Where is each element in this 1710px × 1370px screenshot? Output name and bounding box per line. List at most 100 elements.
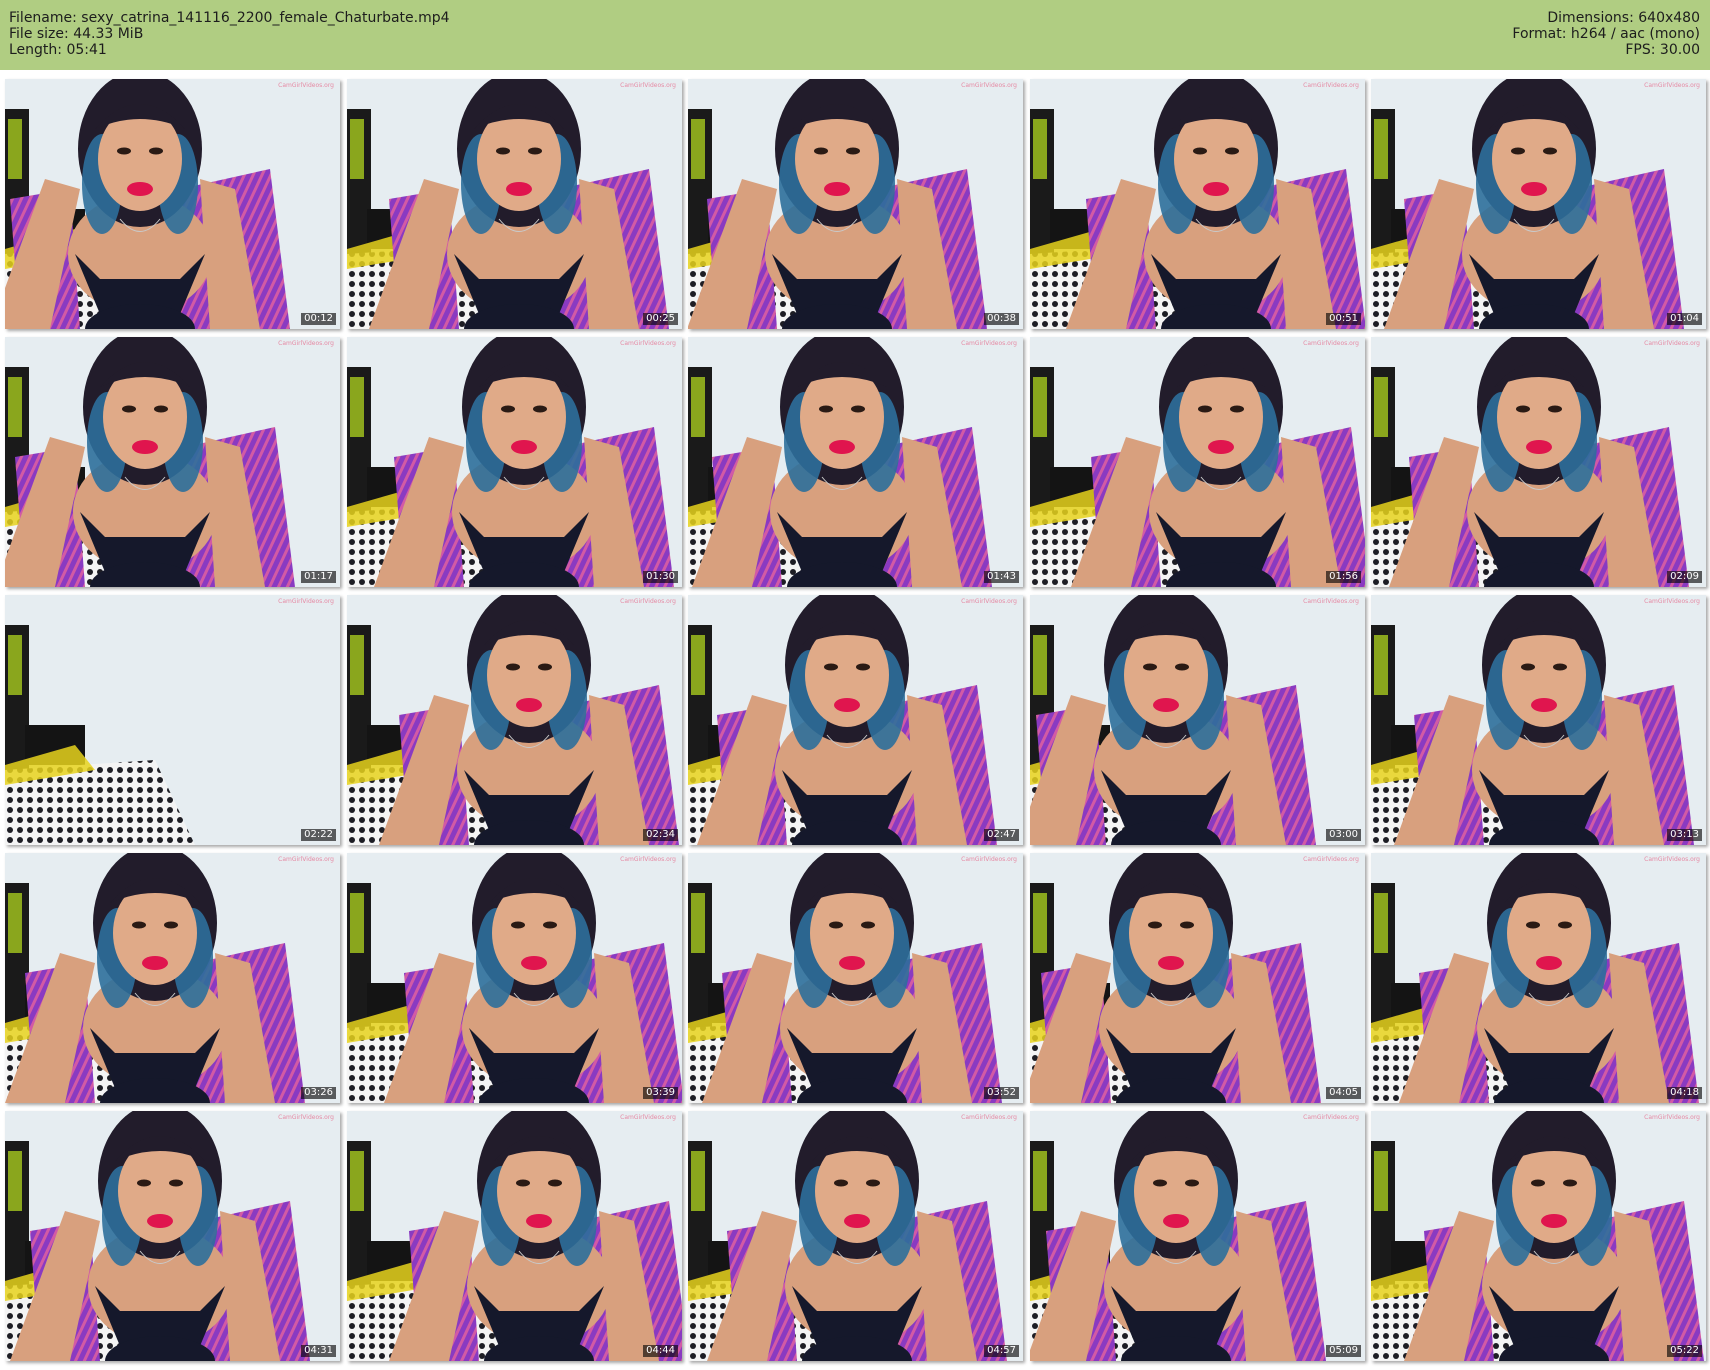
watermark-text: CamGirlVideos.org xyxy=(1644,340,1700,347)
timestamp-label: 05:22 xyxy=(1667,1345,1702,1357)
watermark-text: CamGirlVideos.org xyxy=(620,1114,676,1121)
filename-text: Filename: sexy_catrina_141116_2200_femal… xyxy=(9,10,450,26)
watermark-text: CamGirlVideos.org xyxy=(1644,856,1700,863)
watermark-text: CamGirlVideos.org xyxy=(1303,340,1359,347)
timestamp-label: 03:00 xyxy=(1326,829,1361,841)
timestamp-label: 01:30 xyxy=(643,571,678,583)
thumbnail-frame: CamGirlVideos.org 04:57 xyxy=(688,1111,1023,1361)
thumbnail-frame: CamGirlVideos.org 04:44 xyxy=(347,1111,682,1361)
thumbnail-frame: CamGirlVideos.org 03:00 xyxy=(1030,595,1365,845)
frame-scene xyxy=(1030,337,1365,587)
frame-scene xyxy=(1371,79,1706,329)
thumbnail-frame: CamGirlVideos.org 05:22 xyxy=(1371,1111,1706,1361)
thumbnail-frame: CamGirlVideos.org 05:09 xyxy=(1030,1111,1365,1361)
timestamp-label: 00:38 xyxy=(984,313,1019,325)
frame-scene xyxy=(688,595,1023,845)
timestamp-label: 04:31 xyxy=(301,1345,336,1357)
watermark-text: CamGirlVideos.org xyxy=(1303,82,1359,89)
thumbnail-frame: CamGirlVideos.org 00:38 xyxy=(688,79,1023,329)
frame-scene xyxy=(1371,337,1706,587)
timestamp-label: 01:17 xyxy=(301,571,336,583)
thumbnail-frame: CamGirlVideos.org 01:04 xyxy=(1371,79,1706,329)
watermark-text: CamGirlVideos.org xyxy=(961,82,1017,89)
frame-scene xyxy=(5,1111,340,1361)
length-text: Length: 05:41 xyxy=(9,42,107,58)
filesize-text: File size: 44.33 MiB xyxy=(9,26,144,42)
thumbnail-frame: CamGirlVideos.org 01:43 xyxy=(688,337,1023,587)
thumbnail-frame: CamGirlVideos.org 01:30 xyxy=(347,337,682,587)
thumbnail-frame: CamGirlVideos.org 01:56 xyxy=(1030,337,1365,587)
thumbnail-frame: CamGirlVideos.org 00:51 xyxy=(1030,79,1365,329)
frame-scene xyxy=(1371,595,1706,845)
thumbnail-frame: CamGirlVideos.org 04:05 xyxy=(1030,853,1365,1103)
frame-scene xyxy=(347,1111,682,1361)
thumbnail-frame: CamGirlVideos.org 00:25 xyxy=(347,79,682,329)
watermark-text: CamGirlVideos.org xyxy=(961,1114,1017,1121)
timestamp-label: 02:22 xyxy=(301,829,336,841)
watermark-text: CamGirlVideos.org xyxy=(620,598,676,605)
watermark-text: CamGirlVideos.org xyxy=(278,340,334,347)
watermark-text: CamGirlVideos.org xyxy=(278,856,334,863)
thumbnail-frame: CamGirlVideos.org 02:47 xyxy=(688,595,1023,845)
watermark-text: CamGirlVideos.org xyxy=(620,82,676,89)
frame-scene xyxy=(1371,853,1706,1103)
frame-scene xyxy=(347,337,682,587)
timestamp-label: 02:47 xyxy=(984,829,1019,841)
thumbnail-grid: CamGirlVideos.org 00:12 CamGirlVideos.org 0… xyxy=(5,79,1706,1363)
watermark-text: CamGirlVideos.org xyxy=(278,598,334,605)
timestamp-label: 04:44 xyxy=(643,1345,678,1357)
frame-scene xyxy=(5,337,340,587)
watermark-text: CamGirlVideos.org xyxy=(1303,1114,1359,1121)
watermark-text: CamGirlVideos.org xyxy=(961,856,1017,863)
timestamp-label: 04:18 xyxy=(1667,1087,1702,1099)
frame-scene xyxy=(5,853,340,1103)
timestamp-label: 05:09 xyxy=(1326,1345,1361,1357)
frame-scene xyxy=(688,853,1023,1103)
watermark-text: CamGirlVideos.org xyxy=(1644,82,1700,89)
frame-scene xyxy=(5,595,340,845)
frame-scene xyxy=(1371,1111,1706,1361)
thumbnail-frame: CamGirlVideos.org 02:22 xyxy=(5,595,340,845)
watermark-text: CamGirlVideos.org xyxy=(278,82,334,89)
media-info: Dimensions: 640x480 Format: h264 / aac (… xyxy=(1512,10,1700,58)
frame-scene xyxy=(1030,595,1365,845)
thumbnail-frame: CamGirlVideos.org 03:13 xyxy=(1371,595,1706,845)
thumbnail-frame: CamGirlVideos.org 03:39 xyxy=(347,853,682,1103)
frame-scene xyxy=(1030,79,1365,329)
thumbnail-frame: CamGirlVideos.org 03:26 xyxy=(5,853,340,1103)
frame-scene xyxy=(1030,1111,1365,1361)
format-text: Format: h264 / aac (mono) xyxy=(1512,26,1700,42)
info-header: Filename: sexy_catrina_141116_2200_femal… xyxy=(0,0,1710,70)
timestamp-label: 03:13 xyxy=(1667,829,1702,841)
watermark-text: CamGirlVideos.org xyxy=(1303,856,1359,863)
timestamp-label: 01:04 xyxy=(1667,313,1702,325)
timestamp-label: 02:34 xyxy=(643,829,678,841)
watermark-text: CamGirlVideos.org xyxy=(1303,598,1359,605)
frame-scene xyxy=(5,79,340,329)
watermark-text: CamGirlVideos.org xyxy=(1644,598,1700,605)
timestamp-label: 00:51 xyxy=(1326,313,1361,325)
timestamp-label: 00:25 xyxy=(643,313,678,325)
dimensions-text: Dimensions: 640x480 xyxy=(1547,10,1700,26)
watermark-text: CamGirlVideos.org xyxy=(1644,1114,1700,1121)
watermark-text: CamGirlVideos.org xyxy=(278,1114,334,1121)
timestamp-label: 01:56 xyxy=(1326,571,1361,583)
frame-scene xyxy=(347,79,682,329)
thumbnail-frame: CamGirlVideos.org 04:31 xyxy=(5,1111,340,1361)
watermark-text: CamGirlVideos.org xyxy=(620,340,676,347)
thumbnail-frame: CamGirlVideos.org 01:17 xyxy=(5,337,340,587)
thumbnail-frame: CamGirlVideos.org 00:12 xyxy=(5,79,340,329)
file-info: Filename: sexy_catrina_141116_2200_femal… xyxy=(9,10,450,58)
timestamp-label: 03:26 xyxy=(301,1087,336,1099)
watermark-text: CamGirlVideos.org xyxy=(961,340,1017,347)
timestamp-label: 02:09 xyxy=(1667,571,1702,583)
timestamp-label: 01:43 xyxy=(984,571,1019,583)
watermark-text: CamGirlVideos.org xyxy=(620,856,676,863)
fps-text: FPS: 30.00 xyxy=(1625,42,1700,58)
timestamp-label: 03:52 xyxy=(984,1087,1019,1099)
timestamp-label: 04:05 xyxy=(1326,1087,1361,1099)
frame-scene xyxy=(688,79,1023,329)
timestamp-label: 00:12 xyxy=(301,313,336,325)
watermark-text: CamGirlVideos.org xyxy=(961,598,1017,605)
thumbnail-frame: CamGirlVideos.org 02:09 xyxy=(1371,337,1706,587)
